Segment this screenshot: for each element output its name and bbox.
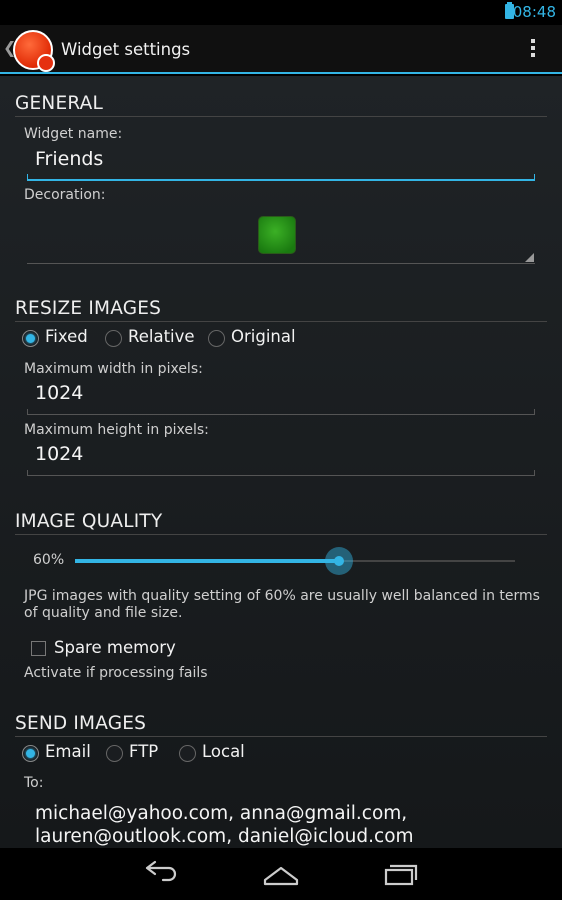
quality-slider-thumb[interactable] xyxy=(325,547,353,575)
max-width-label: Maximum width in pixels: xyxy=(24,361,203,377)
max-width-input[interactable]: 1024 xyxy=(27,377,535,415)
navigation-bar xyxy=(0,848,562,900)
radio-dot xyxy=(179,745,196,762)
status-bar: 08:48 xyxy=(0,0,562,25)
widget-name-input[interactable]: Friends xyxy=(27,143,535,181)
recipients-input[interactable]: michael@yahoo.com, anna@gmail.com, laure… xyxy=(35,802,545,848)
spinner-corner-icon xyxy=(525,253,534,262)
decoration-swatch xyxy=(258,216,296,254)
max-width-value: 1024 xyxy=(35,382,84,404)
widget-name-value: Friends xyxy=(35,148,104,170)
decoration-label: Decoration: xyxy=(24,187,106,203)
widget-name-label: Widget name: xyxy=(24,126,123,142)
spare-memory-label: Spare memory xyxy=(54,638,176,657)
action-bar: ❮ Widget settings xyxy=(0,25,562,74)
home-icon[interactable] xyxy=(261,858,301,890)
radio-dot xyxy=(105,330,122,347)
section-header-quality: IMAGE QUALITY xyxy=(15,511,547,535)
to-label: To: xyxy=(24,775,44,791)
max-height-value: 1024 xyxy=(35,443,84,465)
recents-icon[interactable] xyxy=(381,858,421,890)
settings-content[interactable]: GENERAL Widget name: Friends Decoration:… xyxy=(0,76,562,848)
spare-memory-hint: Activate if processing fails xyxy=(24,665,208,681)
action-bar-title: Widget settings xyxy=(61,40,191,59)
max-height-input[interactable]: 1024 xyxy=(27,438,535,476)
radio-dot xyxy=(106,745,123,762)
quality-value-label: 60% xyxy=(33,552,65,568)
radio-dot xyxy=(22,745,39,762)
status-clock: 08:48 xyxy=(512,3,556,21)
section-header-general: GENERAL xyxy=(15,93,547,117)
radio-dot xyxy=(208,330,225,347)
checkbox-box xyxy=(31,641,46,656)
overflow-menu-icon[interactable] xyxy=(531,39,536,61)
back-icon[interactable] xyxy=(141,858,181,890)
section-header-resize: RESIZE IMAGES xyxy=(15,298,547,322)
app-logo-icon[interactable] xyxy=(13,30,55,72)
radio-dot xyxy=(22,330,39,347)
section-header-send: SEND IMAGES xyxy=(15,713,547,737)
decoration-spinner[interactable] xyxy=(27,214,535,264)
max-height-label: Maximum height in pixels: xyxy=(24,422,209,438)
quality-slider-fill xyxy=(75,559,339,563)
quality-slider-track[interactable] xyxy=(75,547,515,575)
quality-slider-row: 60% xyxy=(0,546,562,576)
quality-description: JPG images with quality setting of 60% a… xyxy=(24,588,540,621)
